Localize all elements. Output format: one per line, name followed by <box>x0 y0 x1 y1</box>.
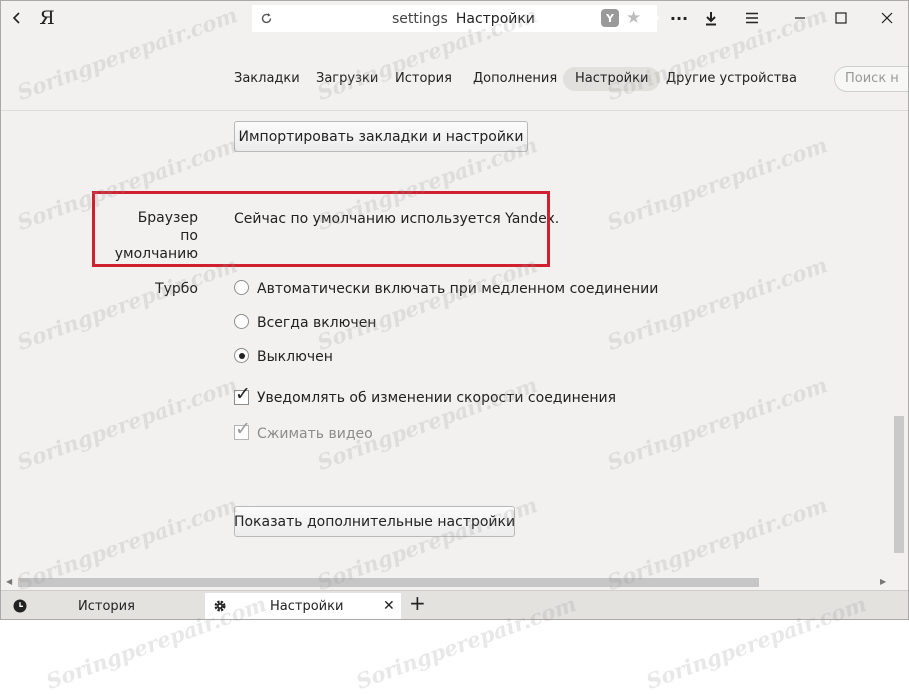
nav-downloads[interactable]: Загрузки <box>316 67 378 91</box>
compress-video-label: Сжимать видео <box>257 426 373 442</box>
new-tab-button[interactable]: + <box>409 591 431 618</box>
settings-nav: Закладки Загрузки История Дополнения Нас… <box>1 66 908 92</box>
vertical-scroll-thumb[interactable] <box>894 416 904 553</box>
menu-dots-icon[interactable]: ··· <box>666 1 692 35</box>
tab-settings-label: Настройки <box>270 599 344 614</box>
import-bookmarks-button[interactable]: Импортировать закладки и настройки <box>234 121 528 152</box>
hamburger-menu-icon[interactable] <box>739 1 765 35</box>
maximize-button[interactable] <box>827 1 855 35</box>
browser-window: Я settings Настройки Y ★ ··· Закладки За… <box>0 0 909 620</box>
nav-settings[interactable]: Настройки <box>563 67 661 91</box>
turbo-option-off-label[interactable]: Выключен <box>257 349 333 365</box>
turbo-option-always-label[interactable]: Всегда включен <box>257 315 376 331</box>
horizontal-scrollbar[interactable]: ◀ ▶ <box>1 575 892 589</box>
tab-bar: История Настройки ✕ + <box>1 590 908 619</box>
yandex-protect-icon[interactable]: Y <box>601 9 619 27</box>
back-arrow-icon <box>12 12 20 24</box>
watermark: Soringperepair.com <box>13 372 241 475</box>
tab-settings[interactable]: Настройки ✕ <box>205 593 401 619</box>
downloads-button[interactable] <box>698 1 724 35</box>
clock-icon <box>13 599 27 613</box>
watermark: Soringperepair.com <box>313 372 541 475</box>
turbo-radio-off[interactable] <box>234 348 249 363</box>
checkmark-icon: ✓ <box>235 383 251 405</box>
minimize-button[interactable] <box>786 1 814 35</box>
close-window-button[interactable] <box>873 1 901 35</box>
close-tab-icon[interactable]: ✕ <box>383 598 395 614</box>
horizontal-scroll-thumb[interactable] <box>18 578 759 587</box>
show-advanced-settings-button[interactable]: Показать дополнительные настройки <box>234 506 515 537</box>
tab-history-label: История <box>78 599 135 614</box>
yandex-logo[interactable]: Я <box>33 1 61 35</box>
watermark: Soringperepair.com <box>603 252 831 355</box>
maximize-icon <box>835 12 847 24</box>
address-title: Настройки <box>455 11 535 27</box>
watermark: Soringperepair.com <box>603 132 831 235</box>
nav-history[interactable]: История <box>395 67 452 91</box>
address-bar-edge <box>649 5 659 31</box>
nav-divider <box>1 110 908 111</box>
nav-bookmarks[interactable]: Закладки <box>234 67 300 91</box>
scroll-left-icon[interactable]: ◀ <box>6 577 12 586</box>
turbo-label: Турбо <box>155 281 198 297</box>
notify-speed-checkbox[interactable]: ✓ <box>234 384 251 405</box>
turbo-option-auto-label[interactable]: Автоматически включать при медленном сое… <box>257 281 658 297</box>
vertical-scrollbar[interactable] <box>892 111 908 589</box>
close-icon <box>881 12 893 24</box>
red-highlight-box <box>92 191 550 267</box>
nav-extensions[interactable]: Дополнения <box>473 67 557 91</box>
minimize-icon <box>795 17 805 19</box>
back-button[interactable] <box>1 1 33 35</box>
turbo-radio-auto[interactable] <box>234 280 249 295</box>
download-icon <box>706 11 716 25</box>
reload-icon[interactable] <box>258 10 274 26</box>
address-host: settings <box>392 11 448 27</box>
nav-other-devices[interactable]: Другие устройства <box>666 67 797 91</box>
scroll-right-icon[interactable]: ▶ <box>880 577 886 586</box>
turbo-radio-always[interactable] <box>234 314 249 329</box>
notify-speed-label[interactable]: Уведомлять об изменении скорости соедине… <box>257 390 616 406</box>
tab-history[interactable]: История <box>5 593 201 619</box>
address-bar[interactable]: settings Настройки Y ★ <box>252 5 657 32</box>
bookmark-star-icon[interactable]: ★ <box>626 8 641 28</box>
compress-video-checkbox: ✓ <box>234 419 251 440</box>
gear-icon <box>214 600 226 612</box>
address-text: settings Настройки <box>392 11 535 27</box>
watermark: Soringperepair.com <box>313 252 541 355</box>
settings-search-input[interactable]: Поиск н <box>834 66 908 92</box>
watermark: Soringperepair.com <box>13 252 241 355</box>
checkmark-icon: ✓ <box>235 418 251 440</box>
watermark: Soringperepair.com <box>603 372 831 475</box>
title-bar: Я settings Настройки Y ★ ··· <box>1 1 908 35</box>
